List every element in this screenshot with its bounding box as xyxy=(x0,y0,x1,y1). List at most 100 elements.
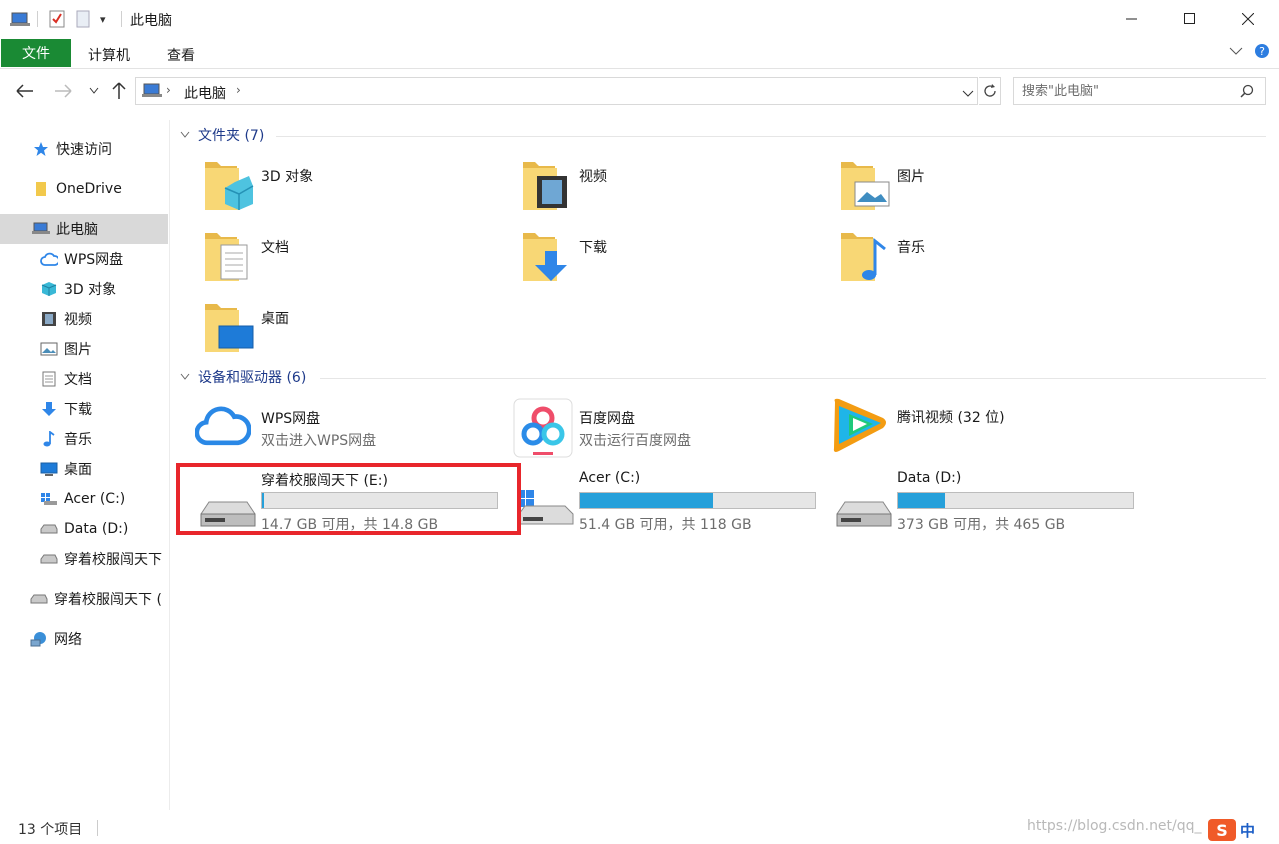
film-icon xyxy=(40,311,58,327)
drive-d[interactable]: Data (D:) 373 GB 可用，共 465 GB xyxy=(835,470,1145,540)
search-icon[interactable] xyxy=(1240,84,1254,102)
ime-indicator[interactable]: S 中 xyxy=(1208,818,1268,842)
refresh-button[interactable] xyxy=(979,77,1001,105)
sidebar-item-drive-c[interactable]: Acer (C:) xyxy=(0,484,168,514)
divider xyxy=(320,378,1266,379)
app-baidu-netdisk[interactable]: 百度网盘 双击运行百度网盘 xyxy=(513,398,823,462)
address-history-dropdown[interactable] xyxy=(962,86,974,102)
divider xyxy=(37,11,38,27)
breadcrumb-this-pc[interactable]: 此电脑 xyxy=(184,83,226,103)
drive-usage-fill xyxy=(898,493,945,508)
sidebar-item-3d-objects[interactable]: 3D 对象 xyxy=(0,274,168,304)
sidebar-item-music[interactable]: 音乐 xyxy=(0,424,168,454)
sidebar-item-pictures[interactable]: 图片 xyxy=(0,334,168,364)
sidebar-item-drive-e[interactable]: 穿着校服闯天下 xyxy=(0,544,168,574)
video-folder-icon xyxy=(523,162,567,210)
cloud-icon xyxy=(40,251,58,267)
ime-mode-label: 中 xyxy=(1240,821,1256,840)
picture-icon xyxy=(40,341,58,357)
tencent-video-icon xyxy=(833,398,886,452)
divider xyxy=(121,11,122,27)
sidebar-item-downloads[interactable]: 下载 xyxy=(0,394,168,424)
search-input[interactable] xyxy=(1022,82,1232,100)
devices-group-header[interactable]: 设备和驱动器 (6) xyxy=(180,367,306,387)
customize-toolbar-dropdown[interactable]: ▾ xyxy=(100,9,106,29)
sidebar-item-label: 视频 xyxy=(64,312,92,328)
maximize-button[interactable] xyxy=(1160,0,1219,38)
tab-computer[interactable]: 计算机 xyxy=(88,45,130,65)
sidebar-item-removable-drive[interactable]: 穿着校服闯天下 ( xyxy=(0,584,168,614)
drive-usage-fill xyxy=(580,493,713,508)
folder-label: 视频 xyxy=(579,169,607,185)
folder-label: 桌面 xyxy=(261,311,289,327)
sidebar-item-documents[interactable]: 文档 xyxy=(0,364,168,394)
sidebar-item-onedrive[interactable]: OneDrive xyxy=(0,174,168,204)
tab-file[interactable]: 文件 xyxy=(1,39,71,67)
documents-folder-icon xyxy=(205,233,248,281)
back-button[interactable] xyxy=(14,80,36,102)
close-button[interactable] xyxy=(1218,0,1277,38)
drive-usage-bar xyxy=(579,492,816,509)
folder-videos[interactable]: 视频 xyxy=(521,156,821,220)
folder-music[interactable]: 音乐 xyxy=(839,227,1139,291)
up-button[interactable] xyxy=(108,80,130,102)
breadcrumb-separator-icon[interactable]: › xyxy=(166,83,171,97)
app-label: 百度网盘 xyxy=(579,411,635,427)
computer-icon xyxy=(10,9,30,29)
drive-icon xyxy=(836,501,892,527)
folder-label: 3D 对象 xyxy=(261,169,314,185)
expand-ribbon-icon[interactable] xyxy=(1229,44,1243,60)
sidebar-item-quick-access[interactable]: 快速访问 xyxy=(0,134,168,164)
desktop-folder-icon xyxy=(205,304,254,352)
sidebar-item-desktop[interactable]: 桌面 xyxy=(0,454,168,484)
ribbon: 文件 计算机 查看 ? xyxy=(0,38,1279,69)
drive-icon xyxy=(40,521,58,537)
recent-locations-button[interactable] xyxy=(83,80,105,102)
drive-name: Data (D:) xyxy=(897,470,962,486)
sidebar-item-drive-d[interactable]: Data (D:) xyxy=(0,514,168,544)
chevron-down-icon xyxy=(962,90,974,97)
folder-documents[interactable]: 文档 xyxy=(203,227,503,291)
sidebar-item-network[interactable]: 网络 xyxy=(0,624,168,654)
svg-text:S: S xyxy=(1216,821,1228,840)
minimize-button[interactable] xyxy=(1102,0,1161,38)
folder-pictures[interactable]: 图片 xyxy=(839,156,1139,220)
computer-icon xyxy=(142,83,162,103)
breadcrumb-separator-icon[interactable]: › xyxy=(236,83,241,97)
drive-free-space: 373 GB 可用，共 465 GB xyxy=(897,517,1066,533)
sidebar-item-this-pc[interactable]: 此电脑 xyxy=(0,214,168,244)
folder-desktop[interactable]: 桌面 xyxy=(203,298,503,362)
forward-button[interactable] xyxy=(52,80,74,102)
wps-cloud-icon xyxy=(195,406,251,446)
svg-text:?: ? xyxy=(1259,45,1265,58)
sidebar-item-label: 网络 xyxy=(54,632,82,648)
drive-name: Acer (C:) xyxy=(579,470,641,486)
drive-c[interactable]: Acer (C:) 51.4 GB 可用，共 118 GB xyxy=(517,470,827,540)
chevron-down-icon[interactable] xyxy=(180,371,198,384)
sidebar-item-label: WPS网盘 xyxy=(64,252,124,268)
new-folder-icon[interactable] xyxy=(76,9,90,29)
sidebar-item-wps-cloud[interactable]: WPS网盘 xyxy=(0,244,168,274)
drive-icon xyxy=(40,551,58,567)
folder-label: 音乐 xyxy=(897,240,925,256)
sidebar-item-label: Acer (C:) xyxy=(64,491,126,507)
search-box[interactable] xyxy=(1013,77,1266,105)
sidebar-item-label: 下载 xyxy=(64,402,92,418)
sidebar-item-videos[interactable]: 视频 xyxy=(0,304,168,334)
help-icon[interactable]: ? xyxy=(1254,43,1270,63)
app-tencent-video[interactable]: 腾讯视频 (32 位) xyxy=(829,396,1139,460)
chevron-down-icon[interactable] xyxy=(180,129,198,142)
cube-folder-icon xyxy=(205,162,254,210)
app-wps-cloud[interactable]: WPS网盘 双击进入WPS网盘 xyxy=(195,398,505,462)
back-arrow-icon xyxy=(16,84,33,98)
properties-icon[interactable] xyxy=(49,9,65,29)
folders-group-header[interactable]: 文件夹 (7) xyxy=(180,125,264,145)
address-bar[interactable]: › 此电脑 › xyxy=(135,77,978,105)
tab-view[interactable]: 查看 xyxy=(167,45,195,65)
desktop-icon xyxy=(40,461,58,477)
divider xyxy=(276,136,1266,137)
folder-label: 下载 xyxy=(579,240,607,256)
divider xyxy=(97,820,98,836)
folder-downloads[interactable]: 下载 xyxy=(521,227,821,291)
folder-3d-objects[interactable]: 3D 对象 xyxy=(203,156,503,220)
